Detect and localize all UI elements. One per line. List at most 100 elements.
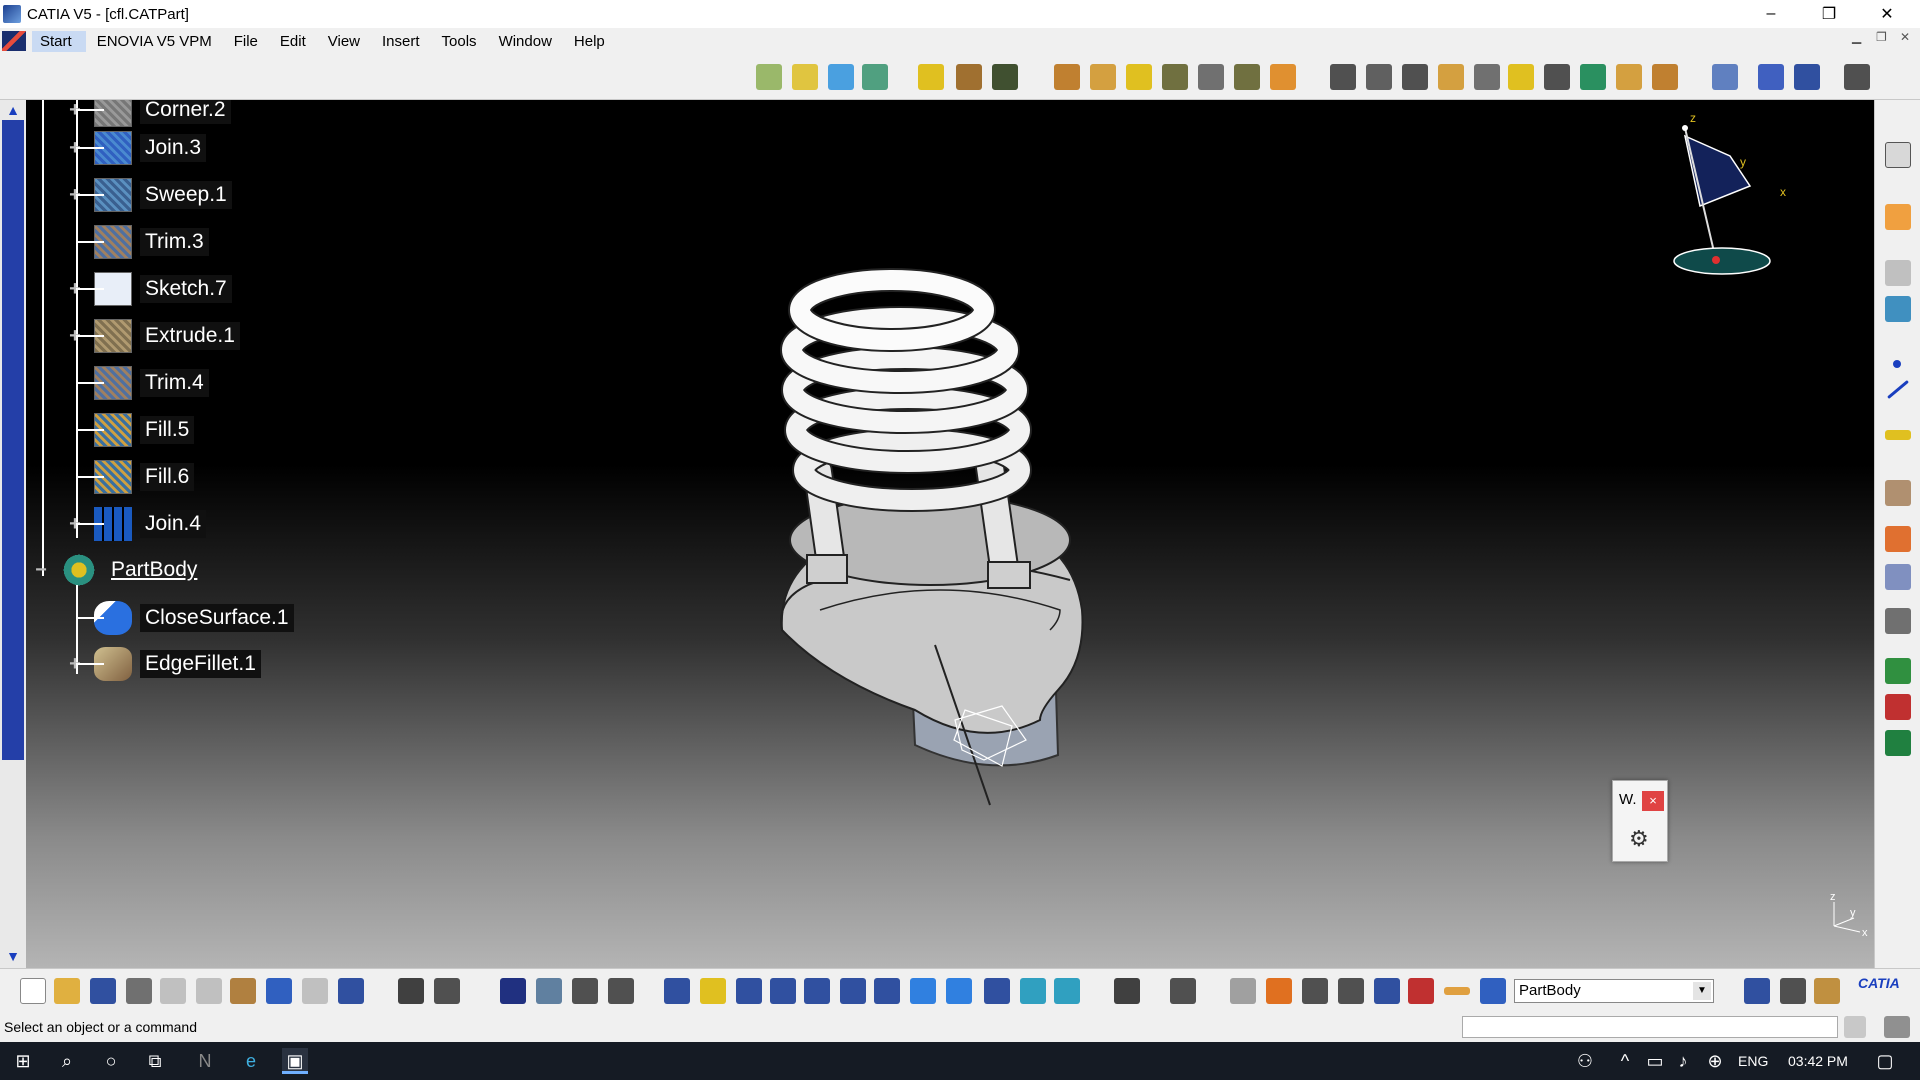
dialog-close-button[interactable]: × <box>1642 791 1664 811</box>
collapse-minus-icon[interactable]: − <box>30 559 52 581</box>
mdi-minimize-button[interactable]: ▁ <box>1852 30 1861 44</box>
wireframe-point-icon[interactable] <box>756 64 782 90</box>
menu-insert[interactable]: Insert <box>371 33 431 50</box>
line-icon[interactable] <box>1887 379 1909 400</box>
join-icon[interactable] <box>918 64 944 90</box>
scroll-up-arrow-icon[interactable]: ▲ <box>4 102 22 118</box>
thick-surface-icon[interactable] <box>1652 64 1678 90</box>
onenote-icon[interactable]: N <box>192 1048 218 1074</box>
hide-show-icon[interactable] <box>1020 978 1046 1004</box>
tree-graph-icon[interactable] <box>536 978 562 1004</box>
shell-icon[interactable] <box>1438 64 1464 90</box>
catia-taskbar-icon[interactable]: ▣ <box>282 1048 308 1074</box>
body-select[interactable]: PartBody ▼ <box>1514 979 1714 1003</box>
redo-icon[interactable] <box>302 978 328 1004</box>
3d-viewport[interactable]: ▲ ▼ + Corner.2 + Join.3 + Sweep.1 Trim.3… <box>0 100 1874 968</box>
offset-surface-icon[interactable] <box>828 64 854 90</box>
tree-node-fill6[interactable]: Fill.6 <box>64 459 195 495</box>
scan-icon[interactable] <box>1408 978 1434 1004</box>
open-folder-icon[interactable] <box>54 978 80 1004</box>
fit-all-icon[interactable] <box>1844 64 1870 90</box>
pocket-icon[interactable] <box>1090 64 1116 90</box>
grid-icon[interactable] <box>1794 64 1820 90</box>
undo-icon[interactable] <box>266 978 292 1004</box>
iso-view-icon[interactable] <box>946 978 972 1004</box>
fit-all-in-icon[interactable] <box>700 978 726 1004</box>
print-icon[interactable] <box>126 978 152 1004</box>
tree-node-closesurface1[interactable]: CloseSurface.1 <box>64 600 294 636</box>
windows-start-icon[interactable]: ⊞ <box>10 1048 36 1074</box>
spec-tree-icon[interactable] <box>608 978 634 1004</box>
sweep-surface-icon[interactable] <box>862 64 888 90</box>
gear-icon[interactable]: ⚙ <box>1629 826 1649 852</box>
edge-browser-icon[interactable]: e <box>238 1048 264 1074</box>
minimize-button[interactable]: – <box>1742 0 1800 28</box>
camera-icon[interactable] <box>1114 978 1140 1004</box>
scroll-thumb[interactable] <box>2 120 24 760</box>
scroll-down-arrow-icon[interactable]: ▼ <box>4 948 22 964</box>
task-view-icon[interactable]: ⧉ <box>142 1048 168 1074</box>
chamfer-icon[interactable] <box>1366 64 1392 90</box>
network-globe-icon[interactable]: ⊕ <box>1702 1048 1728 1074</box>
language-indicator[interactable]: ENG <box>1738 1053 1768 1069</box>
measure-icon[interactable] <box>1712 64 1738 90</box>
assemble-icon[interactable] <box>1885 564 1911 590</box>
table-icon[interactable] <box>1885 260 1911 286</box>
stop-command-icon[interactable] <box>1844 1016 1866 1038</box>
plane-system-icon[interactable] <box>1885 296 1911 322</box>
menu-edit[interactable]: Edit <box>269 33 317 50</box>
swap-visible-icon[interactable] <box>1054 978 1080 1004</box>
cortana-icon[interactable]: ○ <box>98 1048 124 1074</box>
menu-file[interactable]: File <box>223 33 269 50</box>
tree-node-edgefillet1[interactable]: + EdgeFillet.1 <box>64 646 261 682</box>
normal-view-icon[interactable] <box>874 978 900 1004</box>
table-grid-icon[interactable] <box>500 978 526 1004</box>
point-icon[interactable] <box>1893 360 1901 368</box>
battery-icon[interactable]: ▭ <box>1642 1048 1668 1074</box>
knowledge-icon[interactable] <box>434 978 460 1004</box>
apply-material-icon[interactable] <box>1374 978 1400 1004</box>
tree-node-sketch7[interactable]: + Sketch.7 <box>64 271 232 307</box>
trim-icon[interactable] <box>992 64 1018 90</box>
tree-node-join3[interactable]: + Join.3 <box>64 130 207 166</box>
search-icon[interactable]: ⌕ <box>54 1048 80 1074</box>
catalog-icon[interactable] <box>572 978 598 1004</box>
menu-window[interactable]: Window <box>488 33 563 50</box>
tree-node-sweep1[interactable]: + Sweep.1 <box>64 177 232 213</box>
cfl-bulb-model[interactable] <box>740 240 1120 820</box>
menu-enovia[interactable]: ENOVIA V5 VPM <box>86 33 223 50</box>
cut-icon[interactable] <box>160 978 186 1004</box>
chevron-down-icon[interactable]: ▼ <box>1693 982 1711 1000</box>
add-body-icon[interactable] <box>1885 526 1911 552</box>
thickness-icon[interactable] <box>1474 64 1500 90</box>
analysis-green-icon[interactable] <box>1885 658 1911 684</box>
bottle-icon[interactable] <box>1814 978 1840 1004</box>
tray-expand-icon[interactable]: ^ <box>1612 1048 1638 1074</box>
surface-extrude-icon[interactable] <box>792 64 818 90</box>
sew-surface-icon[interactable] <box>1616 64 1642 90</box>
fly-mode-icon[interactable] <box>664 978 690 1004</box>
paste-icon[interactable] <box>230 978 256 1004</box>
swept-area-icon[interactable] <box>1230 978 1256 1004</box>
save-icon[interactable] <box>90 978 116 1004</box>
select-arrow-icon[interactable] <box>1885 204 1911 230</box>
tree-node-fill5[interactable]: Fill.5 <box>64 412 195 448</box>
shaft-icon[interactable] <box>1126 64 1152 90</box>
boolean-icon[interactable] <box>1885 480 1911 506</box>
people-icon[interactable]: ⚇ <box>1572 1048 1598 1074</box>
menu-start[interactable]: Start <box>32 30 86 52</box>
tree-node-join4[interactable]: + Join.4 <box>64 506 207 542</box>
analysis-check-icon[interactable] <box>1885 730 1911 756</box>
close-button[interactable]: ✕ <box>1858 0 1916 28</box>
split-icon[interactable] <box>956 64 982 90</box>
dash-icon[interactable] <box>1444 987 1470 995</box>
slot-icon[interactable] <box>1270 64 1296 90</box>
menu-view[interactable]: View <box>317 33 371 50</box>
plane-icon[interactable] <box>1885 430 1911 440</box>
tree-node-partbody[interactable]: − PartBody <box>30 552 202 588</box>
remove-face-icon[interactable] <box>1544 64 1570 90</box>
hole-icon[interactable] <box>1198 64 1224 90</box>
mdi-close-button[interactable]: ✕ <box>1900 30 1910 44</box>
workbench-dialog[interactable]: W. × ⚙ <box>1612 780 1668 862</box>
thread-icon[interactable] <box>1508 64 1534 90</box>
